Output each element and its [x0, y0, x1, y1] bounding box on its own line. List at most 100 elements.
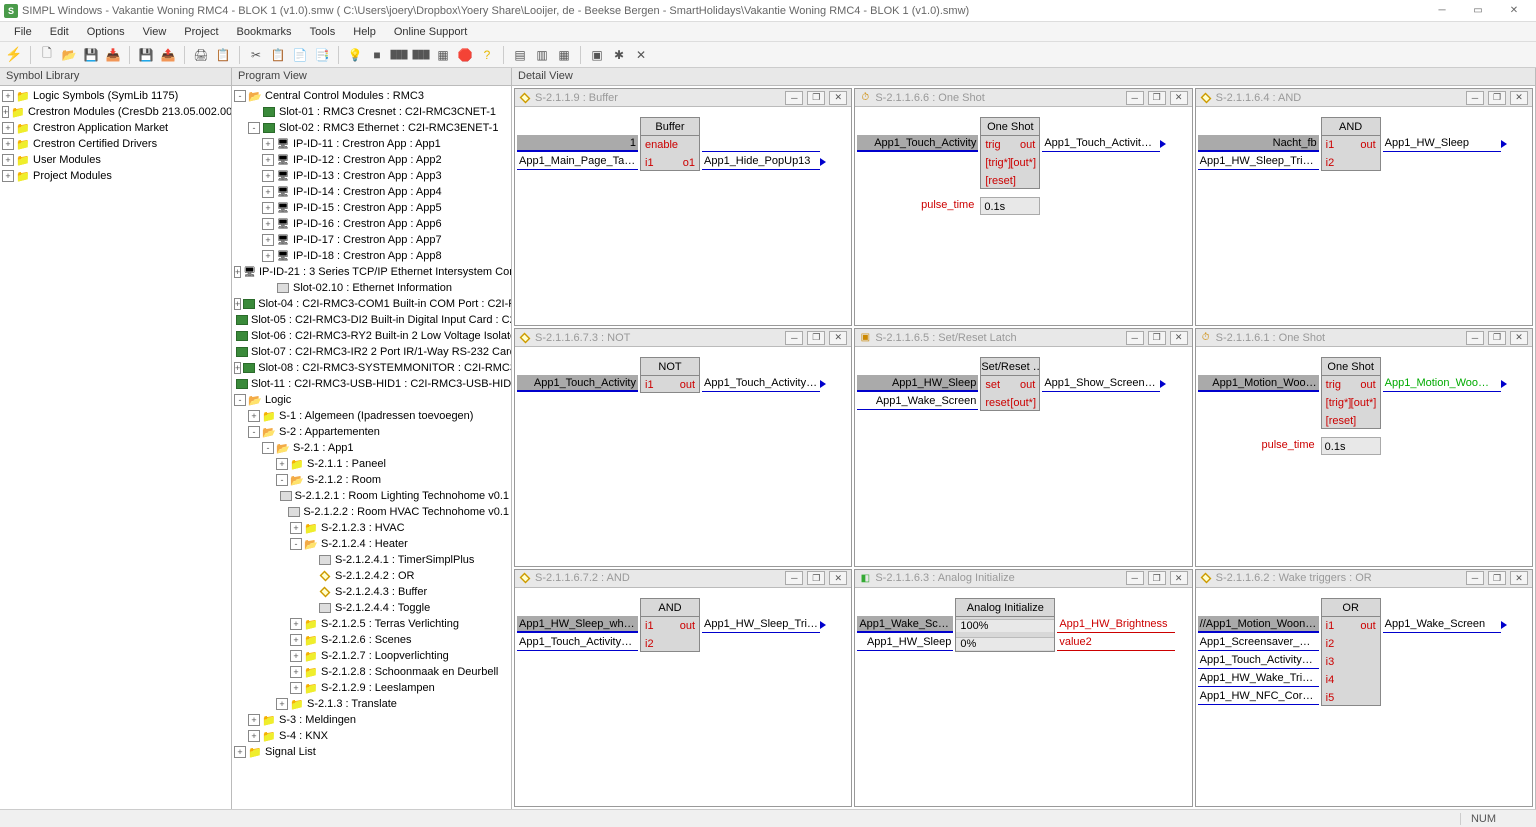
tree-expander[interactable]: + [234, 746, 246, 758]
signal-input[interactable]: App1_HW_Sleep_when… [517, 616, 638, 633]
tree-item[interactable]: Slot-02.10 : Ethernet Information [234, 280, 509, 296]
tree-expander[interactable]: + [248, 410, 260, 422]
tree-item[interactable]: +S-2.1.2.7 : Loopverlichting [234, 648, 509, 664]
port-in[interactable]: trig [1322, 379, 1351, 391]
highlight-icon[interactable]: 💡 [345, 45, 365, 65]
tree-expander[interactable]: + [276, 698, 288, 710]
signal-input[interactable]: App1_Touch_Activity_Not [517, 634, 638, 651]
signal-input[interactable]: App1_HW_NFC_Correct_ [1198, 688, 1319, 705]
minimize-icon[interactable]: ─ [1466, 331, 1484, 345]
logic-block[interactable]: ANDi1outi2 [640, 598, 700, 652]
signal-input[interactable]: App1_HW_Sleep_Trigger [1198, 153, 1319, 170]
program-view-tree[interactable]: -Central Control Modules : RMC3Slot-01 :… [232, 86, 511, 809]
tree-expander[interactable]: + [290, 634, 302, 646]
tree-item[interactable]: +S-2.1.3 : Translate [234, 696, 509, 712]
tree-expander[interactable]: + [234, 362, 241, 374]
minimize-icon[interactable]: ─ [785, 91, 803, 105]
tree-expander[interactable]: + [248, 730, 260, 742]
signal-input[interactable]: App1_HW_Wake_Trigger [1198, 670, 1319, 687]
restore-icon[interactable]: ❐ [807, 331, 825, 345]
port-in[interactable]: [reset] [981, 175, 1010, 187]
port-in[interactable]: i2 [1322, 157, 1351, 169]
tree-item[interactable]: +Project Modules [2, 168, 229, 184]
tree-expander[interactable]: + [2, 138, 14, 150]
import-icon[interactable]: 📥 [103, 45, 123, 65]
tree-expander[interactable]: + [262, 186, 274, 198]
signal-input[interactable]: App1_Main_Page_Taal_… [517, 153, 638, 170]
signal-output[interactable]: App1_Touch_Activit… [1042, 135, 1160, 152]
cascade-icon[interactable]: ✱ [609, 45, 629, 65]
tree-expander[interactable]: - [262, 442, 274, 454]
tree-item[interactable]: +S-4 : KNX [234, 728, 509, 744]
logic-block[interactable]: Analog Initialize100%0% [955, 598, 1055, 652]
closeall-icon[interactable]: ✕ [631, 45, 651, 65]
tree-item[interactable]: +Slot-04 : C2I-RMC3-COM1 Built-in COM Po… [234, 296, 509, 312]
port-in[interactable]: i1 [641, 157, 670, 169]
logic-symbol-b6[interactable]: ⏱S-2.1.1.6.1 : One Shot─❐✕One Shottrigou… [1195, 328, 1533, 566]
close-icon[interactable]: ✕ [1170, 571, 1188, 585]
signal-input[interactable]: App1_Wake_Screen… [857, 616, 953, 633]
tree-item[interactable]: Slot-06 : C2I-RMC3-RY2 Built-in 2 Low Vo… [234, 328, 509, 344]
signal-input[interactable]: App1_Touch_Activity [857, 135, 978, 152]
param-value[interactable]: 100% [956, 619, 1054, 632]
close-icon[interactable]: ✕ [1510, 331, 1528, 345]
grid-icon[interactable]: ▦ [433, 45, 453, 65]
restore-icon[interactable]: ❐ [1488, 91, 1506, 105]
tree-item[interactable]: +S-2.1.2.8 : Schoonmaak en Deurbell [234, 664, 509, 680]
logic-block[interactable]: Set/Reset …setoutreset[out*] [980, 357, 1040, 411]
signal-output[interactable]: value2 [1057, 634, 1175, 651]
tree-expander[interactable]: + [262, 202, 274, 214]
param-value[interactable]: 0% [956, 637, 1054, 650]
tree-item[interactable]: -S-2 : Appartementen [234, 424, 509, 440]
minimize-icon[interactable]: ─ [1126, 571, 1144, 585]
tree-expander[interactable]: - [276, 474, 288, 486]
tree-item[interactable]: S-2.1.2.4.2 : OR [234, 568, 509, 584]
port-out[interactable]: o1 [670, 157, 699, 169]
print-icon[interactable]: 🖨 [191, 45, 211, 65]
tree-item[interactable]: +Crestron Modules (CresDb 213.05.002.00 … [2, 104, 229, 120]
port-in[interactable]: trig [981, 139, 1010, 151]
logic-block[interactable]: ANDi1outi2 [1321, 117, 1381, 171]
port-out[interactable]: out [670, 620, 699, 632]
close-button[interactable]: ✕ [1496, 1, 1532, 21]
port-out[interactable]: out [1010, 139, 1039, 151]
logic-block[interactable]: One Shottrigout[trig*][out*][reset] [1321, 357, 1381, 429]
mem2-icon[interactable]: ███ [411, 45, 431, 65]
port-in[interactable]: [trig*] [1322, 397, 1351, 409]
restore-icon[interactable]: ❐ [1488, 571, 1506, 585]
signal-input[interactable]: App1_HW_Sleep [857, 375, 978, 392]
restore-icon[interactable]: ❐ [1148, 331, 1166, 345]
signal-output[interactable]: App1_Motion_Woo… [1383, 375, 1501, 392]
logic-symbol-b8[interactable]: ◧S-2.1.1.6.3 : Analog Initialize─❐✕Analo… [854, 569, 1192, 807]
minimize-icon[interactable]: ─ [1466, 571, 1484, 585]
tree-expander[interactable]: + [290, 618, 302, 630]
signal-output[interactable]: App1_HW_Brightness [1057, 616, 1175, 633]
paste-icon[interactable]: 📄 [290, 45, 310, 65]
tree-item[interactable]: -Central Control Modules : RMC3 [234, 88, 509, 104]
tree-expander[interactable]: + [2, 154, 14, 166]
tree-item[interactable]: +IP-ID-14 : Crestron App : App4 [234, 184, 509, 200]
tree-item[interactable]: Slot-01 : RMC3 Cresnet : C2I-RMC3CNET-1 [234, 104, 509, 120]
port-out[interactable]: out [670, 379, 699, 391]
port-in[interactable]: i1 [641, 620, 670, 632]
port-in[interactable]: [trig*] [981, 157, 1010, 169]
signal-input[interactable]: 1 [517, 135, 638, 152]
signal-output[interactable]: App1_HW_Sleep_Trigger [702, 616, 820, 633]
signal-output[interactable]: App1_Wake_Screen [1383, 616, 1501, 633]
tree-item[interactable]: +S-3 : Meldingen [234, 712, 509, 728]
tree-expander[interactable]: - [234, 394, 246, 406]
tree-expander[interactable]: + [276, 458, 288, 470]
tree-expander[interactable]: - [248, 122, 260, 134]
tree-item[interactable]: -Logic [234, 392, 509, 408]
minimize-icon[interactable]: ─ [785, 571, 803, 585]
logic-block[interactable]: ORi1outi2i3i4i5 [1321, 598, 1381, 706]
menu-options[interactable]: Options [79, 24, 133, 40]
tree-expander[interactable]: + [248, 714, 260, 726]
port-in[interactable]: i4 [1322, 674, 1351, 686]
signal-input[interactable]: App1_Motion_Woo… [1198, 375, 1319, 392]
signal-output[interactable]: App1_Hide_PopUp13 [702, 153, 820, 170]
tree-expander[interactable]: + [290, 522, 302, 534]
tree-item[interactable]: +IP-ID-11 : Crestron App : App1 [234, 136, 509, 152]
signal-output[interactable]: App1_HW_Sleep [1383, 135, 1501, 152]
tree-item[interactable]: Slot-07 : C2I-RMC3-IR2 2 Port IR/1-Way R… [234, 344, 509, 360]
